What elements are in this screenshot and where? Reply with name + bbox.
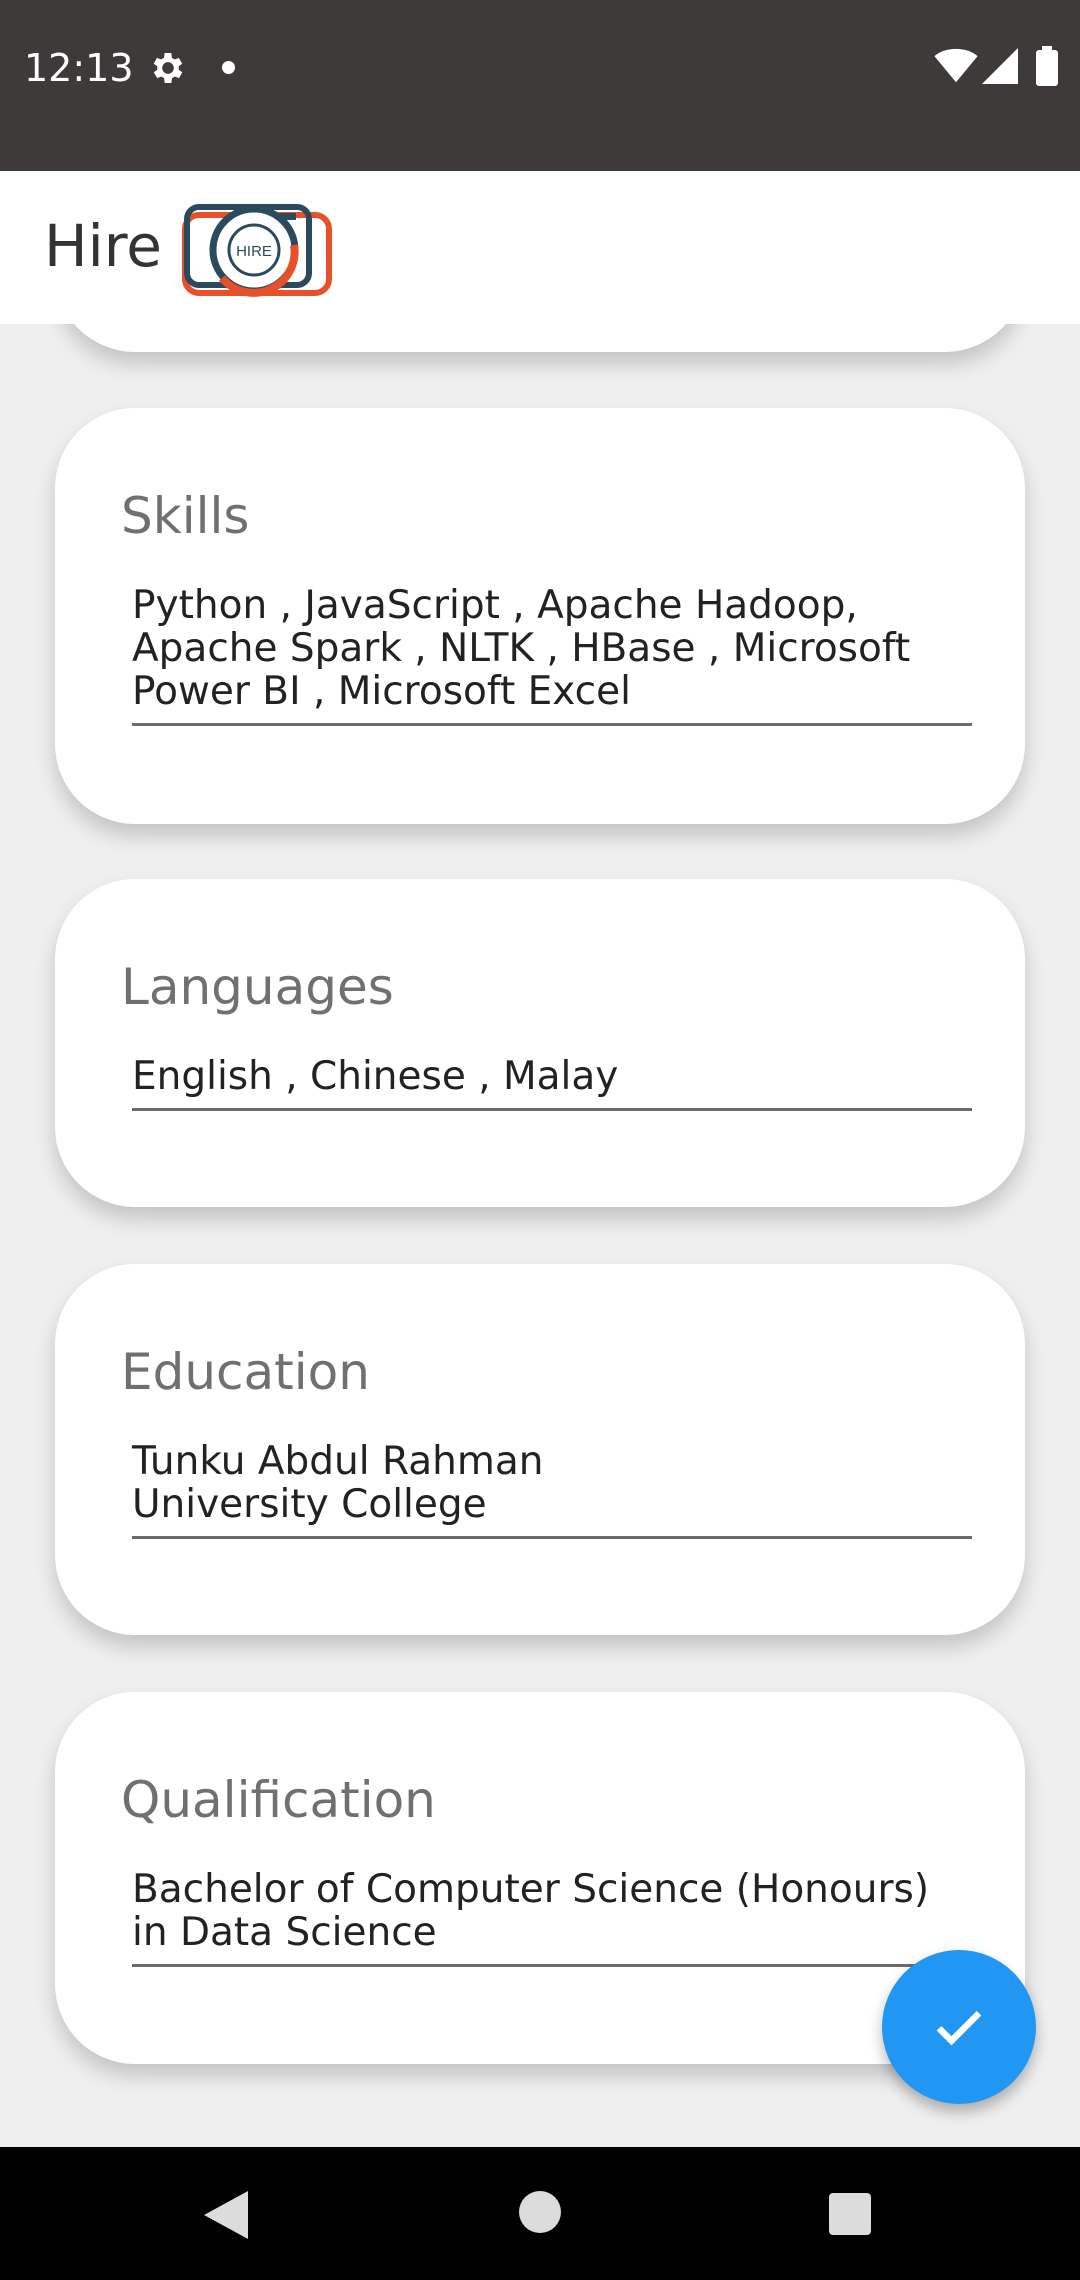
previous-card [55,324,1025,352]
languages-label: Languages [121,958,394,1016]
check-icon [936,2010,982,2046]
signal-icon [982,48,1018,84]
skills-field[interactable]: Python , JavaScript , Apache Hadoop, Apa… [132,584,972,726]
education-field[interactable]: Tunku Abdul Rahman University College [132,1440,972,1539]
hire-logo: HIRE [182,204,332,297]
profile-content[interactable]: Skills Python , JavaScript , Apache Hado… [0,324,1080,2147]
skills-label: Skills [121,487,250,545]
system-nav-bar [0,2147,1080,2280]
gear-icon [153,53,183,83]
languages-field[interactable]: English , Chinese , Malay [132,1055,972,1111]
education-label: Education [121,1343,370,1401]
qualification-label: Qualification [121,1771,436,1829]
app-title: Hire [44,212,162,280]
recents-icon[interactable] [829,2193,871,2235]
status-bar: 12:13 [0,0,1080,171]
qualification-field[interactable]: Bachelor of Computer Science (Honours) i… [132,1868,972,1967]
languages-card: Languages English , Chinese , Malay [55,879,1025,1207]
battery-icon [1036,46,1058,86]
logo-text: HIRE [236,243,272,260]
education-card: Education Tunku Abdul Rahman University … [55,1264,1025,1635]
wifi-icon [934,48,978,83]
status-time: 12:13 [24,46,134,90]
confirm-fab-button[interactable] [882,1950,1036,2104]
home-icon[interactable] [519,2191,561,2233]
qualification-card: Qualification Bachelor of Computer Scien… [55,1692,1025,2064]
notification-dot-icon [222,61,235,74]
back-icon[interactable] [204,2191,248,2239]
skills-card: Skills Python , JavaScript , Apache Hado… [55,408,1025,824]
app-bar: Hire HIRE [0,171,1080,324]
